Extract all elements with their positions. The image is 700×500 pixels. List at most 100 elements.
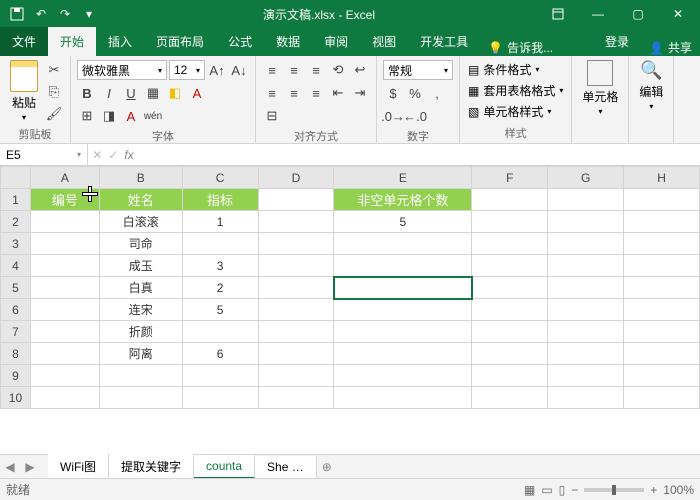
font-size-combo[interactable]: 12▾: [169, 60, 205, 80]
col-header-C[interactable]: C: [182, 167, 258, 189]
tab-view[interactable]: 视图: [360, 27, 408, 56]
sheet-nav-prev-icon[interactable]: ◀: [0, 460, 20, 474]
cell-F7[interactable]: [472, 321, 548, 343]
cell-D10[interactable]: [258, 387, 334, 409]
ribbon-options-icon[interactable]: [538, 0, 578, 28]
view-normal-icon[interactable]: ▦: [524, 483, 535, 497]
sheet-tab-wifi[interactable]: WiFi图: [48, 454, 109, 479]
cell-H7[interactable]: [624, 321, 700, 343]
login-link[interactable]: 登录: [593, 27, 641, 56]
view-layout-icon[interactable]: ▭: [541, 483, 552, 497]
close-icon[interactable]: ✕: [658, 0, 698, 28]
cell-C6[interactable]: 5: [182, 299, 258, 321]
view-pagebreak-icon[interactable]: ▯: [559, 483, 566, 497]
font-name-combo[interactable]: 微软雅黑▾: [77, 60, 167, 80]
cell-D1[interactable]: [258, 189, 334, 211]
cell-D2[interactable]: [258, 211, 334, 233]
row-header-8[interactable]: 8: [1, 343, 31, 365]
cell-H4[interactable]: [624, 255, 700, 277]
cell-D8[interactable]: [258, 343, 334, 365]
dec-decimal-icon[interactable]: ←.0: [405, 106, 425, 126]
cell-G1[interactable]: [548, 189, 624, 211]
shrink-font-icon[interactable]: A↓: [229, 60, 249, 80]
sheet-tab-counta[interactable]: counta: [194, 455, 255, 479]
inc-decimal-icon[interactable]: .0→: [383, 106, 403, 126]
cell-A4[interactable]: [30, 255, 99, 277]
zoom-in-icon[interactable]: +: [650, 483, 657, 497]
cell-B8[interactable]: 阿离: [99, 343, 182, 365]
merge-icon[interactable]: ⊟: [262, 106, 282, 126]
cell-E1[interactable]: 非空单元格个数: [334, 189, 472, 211]
percent-icon[interactable]: %: [405, 83, 425, 103]
col-header-H[interactable]: H: [624, 167, 700, 189]
cell-E5[interactable]: [334, 277, 472, 299]
row-header-2[interactable]: 2: [1, 211, 31, 233]
cell-E3[interactable]: [334, 233, 472, 255]
cell-C1[interactable]: 指标: [182, 189, 258, 211]
row-header-9[interactable]: 9: [1, 365, 31, 387]
fill-more-icon[interactable]: ◨: [99, 106, 119, 126]
font-color-a-icon[interactable]: A: [121, 106, 141, 126]
col-header-A[interactable]: A: [30, 167, 99, 189]
cell-A3[interactable]: [30, 233, 99, 255]
cell-D9[interactable]: [258, 365, 334, 387]
row-header-4[interactable]: 4: [1, 255, 31, 277]
cancel-icon[interactable]: ✕: [92, 148, 102, 162]
cell-F3[interactable]: [472, 233, 548, 255]
cell-E9[interactable]: [334, 365, 472, 387]
zoom-slider[interactable]: [584, 488, 644, 492]
row-header-10[interactable]: 10: [1, 387, 31, 409]
cell-H1[interactable]: [624, 189, 700, 211]
row-header-7[interactable]: 7: [1, 321, 31, 343]
tab-file[interactable]: 文件: [0, 27, 48, 56]
name-box[interactable]: E5▾: [0, 144, 88, 165]
border-icon[interactable]: ▦: [143, 83, 163, 103]
cell-F8[interactable]: [472, 343, 548, 365]
select-all[interactable]: [1, 167, 31, 189]
cell-G9[interactable]: [548, 365, 624, 387]
cut-icon[interactable]: ✂: [44, 60, 64, 80]
cell-C2[interactable]: 1: [182, 211, 258, 233]
align-bottom-icon[interactable]: ≡: [306, 60, 326, 80]
wrap-text-icon[interactable]: ↩: [350, 60, 370, 80]
cell-G3[interactable]: [548, 233, 624, 255]
cell-B1[interactable]: 姓名: [99, 189, 182, 211]
tell-me[interactable]: 💡告诉我...: [480, 39, 593, 56]
cell-B10[interactable]: [99, 387, 182, 409]
cell-G10[interactable]: [548, 387, 624, 409]
cell-E10[interactable]: [334, 387, 472, 409]
comma-icon[interactable]: ,: [427, 83, 447, 103]
cell-D5[interactable]: [258, 277, 334, 299]
format-table-button[interactable]: ▦套用表格格式▾: [466, 81, 565, 100]
undo-icon[interactable]: ↶: [30, 3, 52, 25]
cell-F9[interactable]: [472, 365, 548, 387]
zoom-out-icon[interactable]: −: [571, 483, 578, 497]
cell-G4[interactable]: [548, 255, 624, 277]
maximize-icon[interactable]: ▢: [618, 0, 658, 28]
cell-A2[interactable]: [30, 211, 99, 233]
editing-button[interactable]: 🔍编辑▾: [635, 58, 667, 113]
cell-C9[interactable]: [182, 365, 258, 387]
tab-page-layout[interactable]: 页面布局: [144, 27, 216, 56]
cell-H8[interactable]: [624, 343, 700, 365]
phonetic-icon[interactable]: wén: [143, 106, 163, 126]
row-header-5[interactable]: 5: [1, 277, 31, 299]
cell-F4[interactable]: [472, 255, 548, 277]
tab-insert[interactable]: 插入: [96, 27, 144, 56]
cell-G7[interactable]: [548, 321, 624, 343]
cell-G2[interactable]: [548, 211, 624, 233]
cell-H6[interactable]: [624, 299, 700, 321]
col-header-F[interactable]: F: [472, 167, 548, 189]
col-header-G[interactable]: G: [548, 167, 624, 189]
cell-F2[interactable]: [472, 211, 548, 233]
paste-button[interactable]: 粘贴▾: [6, 58, 42, 124]
cell-E7[interactable]: [334, 321, 472, 343]
worksheet-grid[interactable]: ABCDEFGH1编号姓名指标非空单元格个数2白滚滚153司命4成玉35白真26…: [0, 166, 700, 454]
align-center-icon[interactable]: ≡: [284, 83, 304, 103]
cell-B5[interactable]: 白真: [99, 277, 182, 299]
cell-H5[interactable]: [624, 277, 700, 299]
col-header-D[interactable]: D: [258, 167, 334, 189]
col-header-B[interactable]: B: [99, 167, 182, 189]
cell-C5[interactable]: 2: [182, 277, 258, 299]
underline-button[interactable]: U: [121, 83, 141, 103]
